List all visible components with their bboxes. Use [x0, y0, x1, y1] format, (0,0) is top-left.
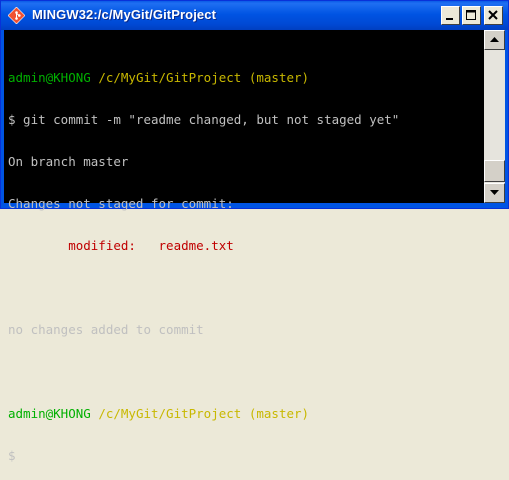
- close-button[interactable]: [484, 6, 503, 25]
- maximize-icon: [466, 10, 476, 20]
- terminal-text: admin@KHONG /c/MyGit/GitProject (master)…: [8, 43, 399, 480]
- minimize-button[interactable]: [441, 6, 460, 25]
- scroll-thumb[interactable]: [484, 160, 505, 182]
- window-title: MINGW32:/c/MyGit/GitProject: [32, 7, 217, 22]
- title-bar[interactable]: MINGW32:/c/MyGit/GitProject: [1, 1, 508, 30]
- modified-label: modified:: [8, 238, 159, 253]
- prompt-line: admin@KHONG /c/MyGit/GitProject (master): [8, 71, 399, 85]
- down-arrow-icon: [490, 190, 499, 195]
- prompt-user: admin@KHONG: [8, 70, 91, 85]
- git-diamond-icon[interactable]: [8, 7, 25, 24]
- minimize-icon: [446, 18, 453, 20]
- terminal-output-area[interactable]: admin@KHONG /c/MyGit/GitProject (master)…: [4, 30, 484, 463]
- prompt-path: /c/MyGit/GitProject (master): [90, 406, 310, 421]
- maximize-button[interactable]: [462, 6, 481, 25]
- close-icon: [488, 10, 498, 20]
- modified-file: readme.txt: [158, 238, 234, 253]
- terminal-window: MINGW32:/c/MyGit/GitProject admin@KHONG …: [0, 0, 509, 463]
- output-changes-header: Changes not staged for commit:: [8, 196, 234, 211]
- prompt-line: admin@KHONG /c/MyGit/GitProject (master): [8, 407, 399, 421]
- output-modified-line: modified: readme.txt: [8, 239, 399, 253]
- output-no-changes: no changes added to commit: [8, 322, 204, 337]
- input-line[interactable]: $: [8, 449, 399, 463]
- vertical-scrollbar[interactable]: [484, 30, 505, 203]
- prompt-symbol: $: [8, 448, 16, 463]
- command-line: $ git commit -m "readme changed, but not…: [8, 112, 400, 127]
- scroll-down-button[interactable]: [484, 183, 505, 203]
- output-branch: On branch master: [8, 154, 129, 169]
- prompt-user: admin@KHONG: [8, 406, 91, 421]
- prompt-path: /c/MyGit/GitProject (master): [90, 70, 310, 85]
- up-arrow-icon: [490, 37, 499, 42]
- scroll-up-button[interactable]: [484, 30, 505, 50]
